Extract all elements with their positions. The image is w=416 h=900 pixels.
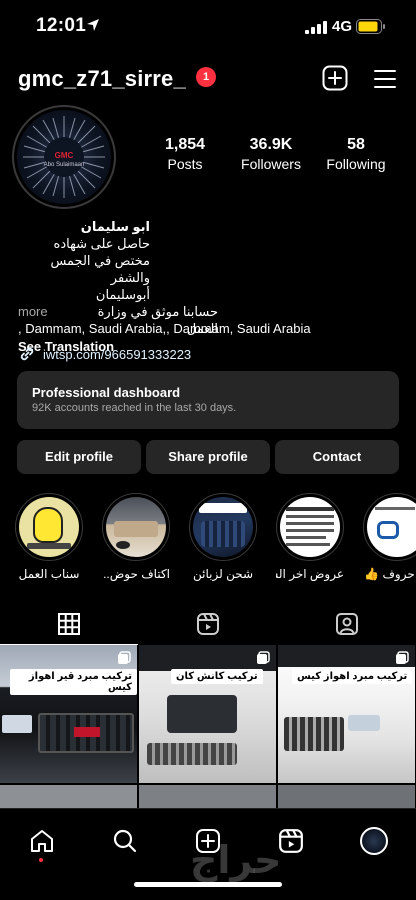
home-icon — [31, 830, 53, 852]
truck-headlight — [2, 715, 32, 733]
truck-grille — [284, 717, 344, 751]
post-caption-tag: تركيب مبرد قير اهواز كيس — [10, 669, 137, 695]
edit-profile-button[interactable]: Edit profile — [17, 440, 141, 474]
truck-grille — [147, 743, 237, 765]
bio-more-row: more حسابنا موثق في وزارة العمل — [18, 303, 218, 336]
profile-link[interactable]: iwtsp.com/966591333223 — [18, 345, 191, 363]
status-bar: 12:01 4G — [0, 0, 416, 52]
highlight-label: حروف 👍 — [364, 567, 415, 581]
status-time: 12:01 — [36, 15, 87, 36]
highlight-label: اكتاف حوض... — [102, 567, 170, 581]
tab-posts-grid[interactable] — [0, 603, 138, 645]
highlight-shipping-image — [193, 497, 253, 557]
stat-posts-value: 1,854 — [164, 136, 206, 153]
grid-post[interactable] — [139, 785, 276, 808]
tagged-icon — [336, 613, 358, 635]
highlight-item[interactable]: حروف 👍 — [363, 493, 416, 581]
stat-posts-label: Posts — [167, 156, 203, 172]
username-switcher[interactable]: gmc_z71_sirre_ — [18, 66, 186, 92]
grid-icon — [58, 612, 80, 635]
nav-search[interactable] — [110, 826, 140, 856]
bio-line-1: حاصل على شهاده — [53, 236, 150, 251]
stat-posts[interactable]: 1,854 Posts — [140, 136, 230, 172]
bio-name: ابو سليمان — [80, 219, 150, 234]
highlight-item[interactable]: عروض اخر الس... — [276, 493, 344, 581]
highlight-letters-image — [367, 497, 416, 557]
profile-avatar-small — [360, 827, 388, 855]
profile-tabs — [0, 603, 416, 645]
bio-verified-text: حسابنا موثق في وزارة العمل — [97, 304, 218, 336]
highlight-ring — [189, 493, 257, 561]
post-caption-tag: تركيب مبرد اهواز كيس — [292, 669, 413, 684]
stat-followers[interactable]: 36.9K Followers — [226, 136, 316, 172]
bio: ابو سليمان حاصل على شهاده مختص في الجمس … — [18, 218, 402, 355]
share-profile-button[interactable]: Share profile — [146, 440, 270, 474]
grid-post[interactable]: تركيب مبرد قير اهواز كيس — [0, 645, 137, 783]
tab-tagged[interactable] — [278, 603, 416, 645]
carousel-icon — [118, 651, 131, 664]
bio-line-2: مختص في الجمس والشفر — [50, 253, 150, 285]
avatar-logo: GMC Abo Sulaimaan — [17, 110, 111, 204]
avatar-subtext: Abo Sulaimaan — [43, 162, 85, 168]
stat-followers-label: Followers — [241, 156, 301, 172]
stat-following-label: Following — [326, 156, 386, 172]
highlight-truck-bed-image — [106, 497, 166, 557]
nav-home[interactable] — [27, 826, 57, 856]
stat-followers-value: 36.9K — [249, 136, 293, 153]
professional-dashboard[interactable]: Professional dashboard 92K accounts reac… — [17, 371, 399, 429]
gmc-badge — [74, 727, 100, 737]
grid-post[interactable] — [278, 785, 415, 808]
bio-more-link[interactable]: more — [18, 303, 48, 320]
highlight-ring — [102, 493, 170, 561]
nav-profile[interactable] — [359, 826, 389, 856]
link-url: iwtsp.com/966591333223 — [43, 346, 192, 362]
tab-reels[interactable] — [139, 603, 277, 645]
battery-icon — [356, 19, 385, 34]
grid-post[interactable] — [0, 785, 137, 808]
grid-post[interactable]: تركيب مبرد اهواز كيس — [278, 645, 415, 783]
profile-header: gmc_z71_sirre_ 1 — [0, 60, 416, 96]
highlight-item[interactable]: اكتاف حوض... — [102, 493, 170, 581]
signal-icon — [305, 21, 327, 34]
stat-following[interactable]: 58 Following — [311, 136, 401, 172]
highlight-item[interactable]: شحن لزبائن — [189, 493, 257, 581]
menu-icon[interactable] — [373, 68, 397, 90]
truck-headlight — [348, 715, 380, 731]
engine-bay — [167, 695, 237, 733]
dashboard-title: Professional dashboard — [32, 385, 181, 400]
highlight-label: شحن لزبائن — [192, 567, 254, 581]
highlight-offers-image — [280, 497, 340, 557]
grid-post[interactable]: تركيب كانش كان — [139, 645, 276, 783]
haraj-watermark: حراج — [190, 838, 282, 882]
dashboard-subtitle: 92K accounts reached in the last 30 days… — [32, 402, 237, 414]
reels-icon — [197, 613, 219, 635]
highlight-label: سناب العمل — [18, 567, 80, 581]
home-indicator — [134, 882, 282, 887]
search-icon — [113, 829, 137, 853]
link-icon — [20, 347, 34, 361]
network-type: 4G — [332, 18, 353, 35]
post-caption-tag: تركيب كانش كان — [171, 669, 263, 684]
highlight-ring — [15, 493, 83, 561]
bio-line-3: أبوسليمان — [95, 287, 150, 302]
location-arrow-icon — [87, 19, 99, 31]
highlight-ring — [363, 493, 416, 561]
reels-icon — [279, 829, 303, 853]
contact-button[interactable]: Contact — [275, 440, 399, 474]
home-activity-dot — [39, 858, 43, 862]
carousel-icon — [396, 651, 409, 664]
avatar-brand: GMC — [54, 151, 74, 160]
profile-avatar[interactable]: GMC Abo Sulaimaan — [12, 105, 116, 209]
highlight-label: عروض اخر الس... — [276, 567, 344, 581]
stat-following-value: 58 — [347, 136, 365, 153]
create-icon[interactable] — [322, 65, 348, 91]
notification-badge[interactable]: 1 — [196, 67, 216, 87]
highlight-ring — [276, 493, 344, 561]
highlight-snapchat-image — [19, 497, 79, 557]
highlight-item[interactable]: سناب العمل — [15, 493, 83, 581]
carousel-icon — [257, 651, 270, 664]
